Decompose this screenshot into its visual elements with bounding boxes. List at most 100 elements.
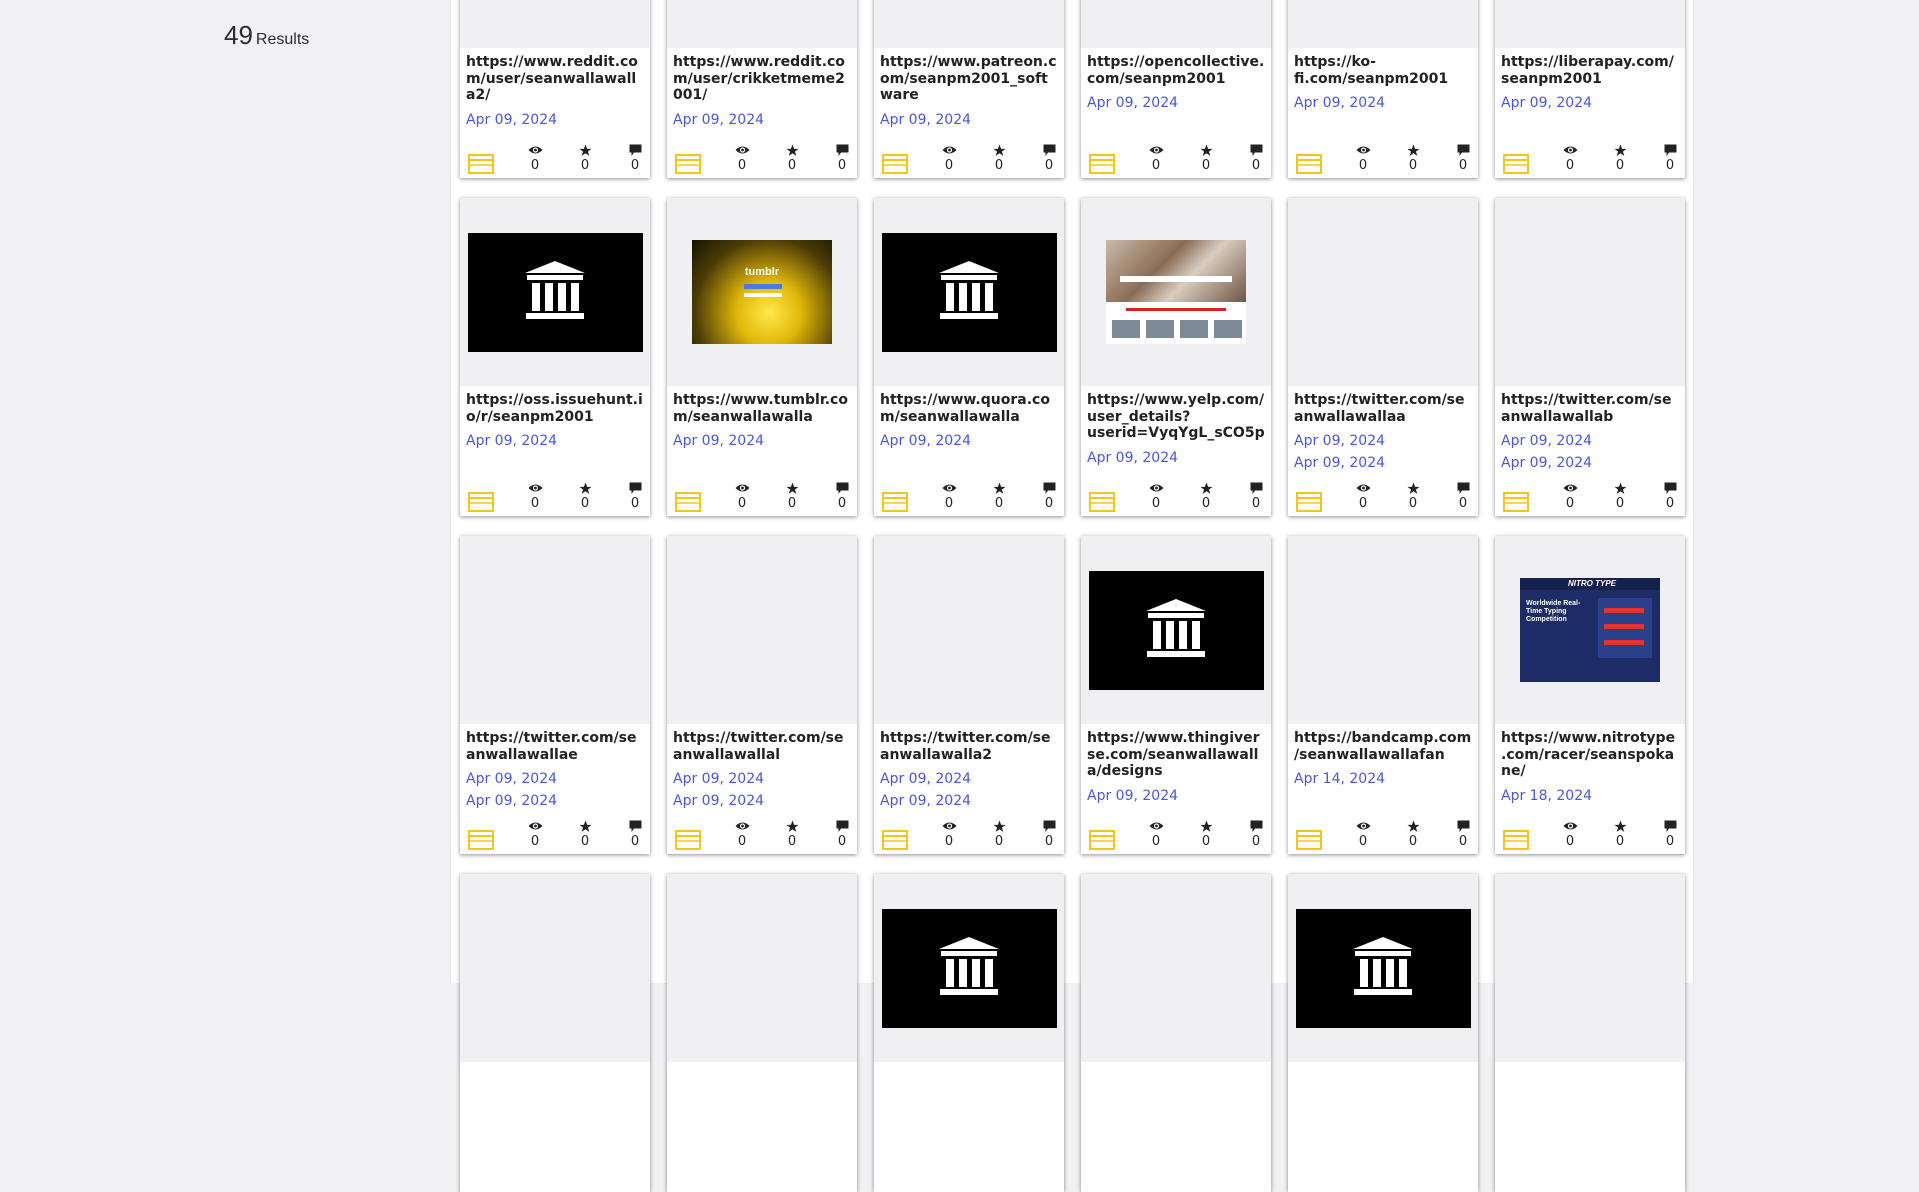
card-info: https://twitter.com/seanwallawallae Apr 0…: [466, 730, 644, 812]
card-title-link[interactable]: https://opencollective.com/seanpm2001: [1087, 54, 1265, 87]
result-card[interactable]: https://www.yelp.com/user_details?userid…: [1081, 198, 1271, 516]
result-card[interactable]: https://liberapay.com/seanpm2001 Apr 09, …: [1495, 0, 1685, 178]
card-thumbnail[interactable]: [874, 536, 1064, 724]
card-dates: Apr 09, 2024: [880, 430, 1058, 452]
result-card[interactable]: [667, 874, 857, 1192]
favorites-count: 0: [580, 158, 590, 173]
reviews-stat: 0: [1034, 480, 1064, 512]
texts-icon: [1503, 830, 1529, 854]
card-title-link[interactable]: https://twitter.com/seanwallawallae: [466, 730, 644, 763]
texts-icon: [1503, 154, 1529, 178]
views-count: 0: [1151, 834, 1161, 849]
result-card[interactable]: https://twitter.com/seanwallawalla2 Apr 0…: [874, 536, 1064, 854]
result-card[interactable]: https://www.reddit.com/user/seanwallawal…: [460, 0, 650, 178]
card-thumbnail[interactable]: [1081, 536, 1271, 724]
card-title-link[interactable]: https://www.reddit.com/user/crikketmeme2…: [673, 54, 851, 104]
result-card[interactable]: https://twitter.com/seanwallawallaa Apr 0…: [1288, 198, 1478, 516]
views-count: 0: [1358, 834, 1368, 849]
card-thumbnail[interactable]: [1288, 198, 1478, 386]
card-thumbnail[interactable]: [1288, 0, 1478, 48]
comment-icon: [1241, 480, 1271, 496]
result-card[interactable]: https://twitter.com/seanwallawallab Apr 0…: [1495, 198, 1685, 516]
result-card[interactable]: NITRO TYPE Worldwide Real-Time Typing Com…: [1495, 536, 1685, 854]
card-title-link[interactable]: https://www.quora.com/seanwallawalla: [880, 392, 1058, 425]
card-title-link[interactable]: https://www.thingiverse.com/seanwallawal…: [1087, 730, 1265, 780]
card-stats: 0 0 0: [466, 142, 644, 176]
card-thumbnail[interactable]: [1081, 0, 1271, 48]
star-icon: [777, 480, 807, 496]
favorites-stat: 0: [1605, 818, 1635, 850]
card-title-link[interactable]: https://oss.issuehunt.io/r/seanpm2001: [466, 392, 644, 425]
card-title-link[interactable]: https://www.reddit.com/user/seanwallawal…: [466, 54, 644, 104]
result-card[interactable]: https://www.reddit.com/user/crikketmeme2…: [667, 0, 857, 178]
result-card[interactable]: https://ko-fi.com/seanpm2001 Apr 09, 2024…: [1288, 0, 1478, 178]
card-title-link[interactable]: https://twitter.com/seanwallawallal: [673, 730, 851, 763]
result-card[interactable]: https://opencollective.com/seanpm2001 Apr…: [1081, 0, 1271, 178]
archive-placeholder-image: [1088, 570, 1264, 690]
card-thumbnail[interactable]: [1081, 874, 1271, 1062]
star-icon: [1398, 480, 1428, 496]
views-stat: 0: [1141, 142, 1171, 174]
reviews-count: 0: [1665, 158, 1675, 173]
card-thumbnail[interactable]: [1288, 536, 1478, 724]
eye-icon: [1141, 818, 1171, 834]
result-card[interactable]: https://www.quora.com/seanwallawalla Apr …: [874, 198, 1064, 516]
result-card[interactable]: [1288, 874, 1478, 1192]
views-count: 0: [1151, 158, 1161, 173]
card-title-link[interactable]: https://www.nitrotype.com/racer/seanspok…: [1501, 730, 1679, 780]
card-title-link[interactable]: https://www.tumblr.com/seanwallawalla: [673, 392, 851, 425]
result-card[interactable]: [1081, 874, 1271, 1192]
card-thumbnail[interactable]: [667, 536, 857, 724]
card-thumbnail[interactable]: [874, 874, 1064, 1062]
favorites-stat: 0: [777, 142, 807, 174]
result-card[interactable]: https://twitter.com/seanwallawallal Apr 0…: [667, 536, 857, 854]
card-stats: 0 0 0: [673, 480, 851, 514]
card-thumbnail[interactable]: [1495, 0, 1685, 48]
card-thumbnail[interactable]: [1081, 198, 1271, 386]
card-title-link[interactable]: https://ko-fi.com/seanpm2001: [1294, 54, 1472, 87]
result-card[interactable]: https://twitter.com/seanwallawallae Apr 0…: [460, 536, 650, 854]
card-thumbnail[interactable]: [460, 198, 650, 386]
card-thumbnail[interactable]: [460, 536, 650, 724]
comment-icon: [1448, 818, 1478, 834]
card-title-link[interactable]: https://twitter.com/seanwallawallaa: [1294, 392, 1472, 425]
result-card[interactable]: tumblr https://www.tumblr.com/seanwallawa…: [667, 198, 857, 516]
card-thumbnail[interactable]: [1495, 198, 1685, 386]
card-stats: 0 0 0: [673, 142, 851, 176]
card-date: Apr 09, 2024: [1087, 450, 1179, 466]
card-date: Apr 09, 2024: [880, 771, 972, 787]
card-thumbnail[interactable]: [460, 874, 650, 1062]
card-title-link[interactable]: https://twitter.com/seanwallawalla2: [880, 730, 1058, 763]
favorites-stat: 0: [1191, 480, 1221, 512]
card-title-link[interactable]: https://www.patreon.com/seanpm2001_softw…: [880, 54, 1058, 104]
card-date: Apr 09, 2024: [673, 771, 765, 787]
card-thumbnail[interactable]: tumblr: [667, 198, 857, 386]
card-thumbnail[interactable]: [874, 0, 1064, 48]
card-info: https://www.thingiverse.com/seanwallawal…: [1087, 730, 1265, 807]
card-thumbnail[interactable]: [460, 0, 650, 48]
card-title-link[interactable]: https://bandcamp.com/seanwallawallafan: [1294, 730, 1472, 763]
card-thumbnail[interactable]: [667, 874, 857, 1062]
reviews-stat: 0: [1655, 142, 1685, 174]
card-dates: Apr 14, 2024: [1294, 768, 1472, 790]
card-thumbnail[interactable]: [1495, 874, 1685, 1062]
favorites-count: 0: [1201, 834, 1211, 849]
result-card[interactable]: [874, 874, 1064, 1192]
comment-icon: [620, 818, 650, 834]
star-icon: [570, 480, 600, 496]
result-card[interactable]: https://www.thingiverse.com/seanwallawal…: [1081, 536, 1271, 854]
card-thumbnail[interactable]: [1288, 874, 1478, 1062]
result-card[interactable]: [1495, 874, 1685, 1192]
tumblr-logo-text: tumblr: [744, 266, 780, 278]
card-thumbnail[interactable]: NITRO TYPE Worldwide Real-Time Typing Com…: [1495, 536, 1685, 724]
card-thumbnail[interactable]: [667, 0, 857, 48]
result-card[interactable]: https://www.patreon.com/seanpm2001_softw…: [874, 0, 1064, 178]
card-title-link[interactable]: https://twitter.com/seanwallawallab: [1501, 392, 1679, 425]
card-title-link[interactable]: https://www.yelp.com/user_details?userid…: [1087, 392, 1265, 442]
card-info: https://ko-fi.com/seanpm2001 Apr 09, 2024: [1294, 54, 1472, 114]
result-card[interactable]: [460, 874, 650, 1192]
card-title-link[interactable]: https://liberapay.com/seanpm2001: [1501, 54, 1679, 87]
card-thumbnail[interactable]: [874, 198, 1064, 386]
result-card[interactable]: https://oss.issuehunt.io/r/seanpm2001 Apr…: [460, 198, 650, 516]
result-card[interactable]: https://bandcamp.com/seanwallawallafan Ap…: [1288, 536, 1478, 854]
